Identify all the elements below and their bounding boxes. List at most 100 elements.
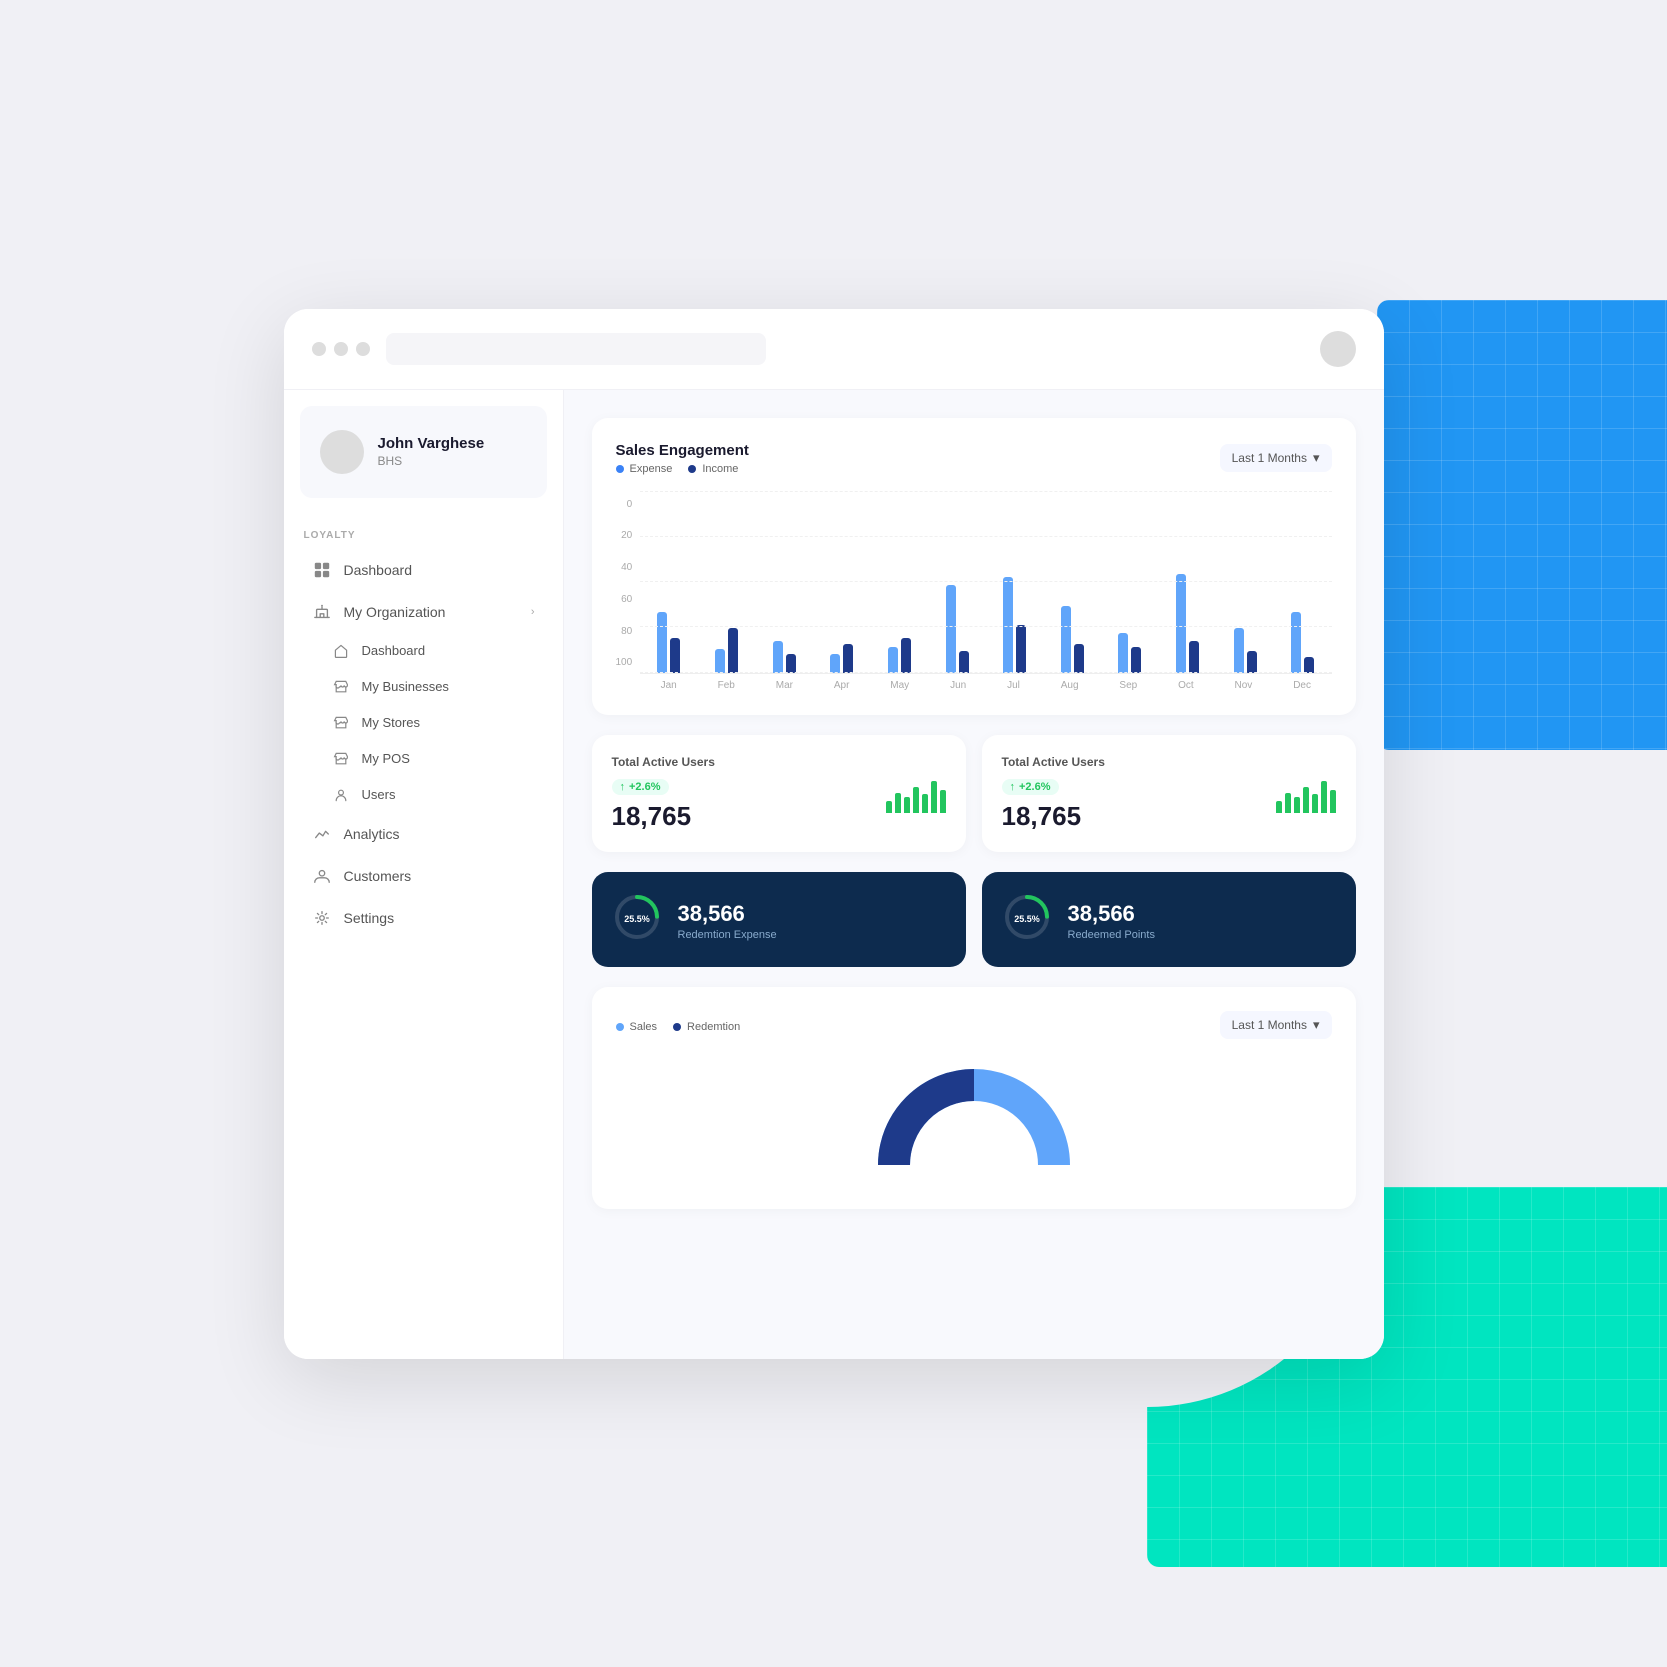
title-bar (284, 309, 1384, 390)
legend-label-expense: Expense (630, 463, 673, 475)
bar-income (901, 638, 911, 673)
sidebar-item-my-organization[interactable]: My Organization › (292, 591, 555, 633)
chart-bars-area: JanFebMarAprMayJunJulAugSepOctNovDec (640, 491, 1331, 691)
x-label: Jul (1007, 680, 1020, 691)
sidebar-subitem-users[interactable]: Users (292, 777, 555, 813)
sidebar-subitem-label: My Stores (362, 715, 421, 730)
x-label: Aug (1061, 680, 1079, 691)
sidebar-item-settings[interactable]: Settings (292, 897, 555, 939)
mini-bar (922, 794, 928, 813)
x-label: Nov (1235, 680, 1253, 691)
stat-card-title-1: Total Active Users (612, 755, 946, 769)
sidebar-item-label: Settings (344, 910, 395, 926)
bottom-period-selector[interactable]: Last 1 Months ▾ (1220, 1011, 1332, 1039)
chevron-right-icon: › (531, 606, 535, 618)
arrow-up-icon: ↑ (620, 781, 626, 793)
stat-change-1: +2.6% (629, 781, 661, 793)
sidebar-item-dashboard[interactable]: Dashboard (292, 549, 555, 591)
bar-income (670, 638, 680, 673)
bar-expense (1061, 606, 1071, 673)
sidebar: John Varghese BHS LOYALTY Dashboard My O… (284, 390, 564, 1359)
dashboard-main: Sales Engagement Expense Income (564, 390, 1384, 1359)
mini-bar (1312, 794, 1318, 813)
bar-expense (773, 641, 783, 673)
organization-icon (312, 602, 332, 622)
bottom-chart-card: Sales Redemtion Last 1 Months ▾ (592, 987, 1356, 1209)
sidebar-subitem-label: My Businesses (362, 679, 449, 694)
dark-card-value-1: 38,566 (678, 901, 777, 927)
mini-bar (904, 797, 910, 813)
shop-icon (332, 750, 350, 768)
mini-bar (1285, 793, 1291, 813)
bar-income (1016, 625, 1026, 673)
mini-bar (1276, 801, 1282, 813)
mini-bar (913, 787, 919, 813)
dark-card-2: 25.5% 38,566 Redeemed Points (982, 872, 1356, 967)
bar-expense (1003, 577, 1013, 673)
bar-income (959, 651, 969, 673)
legend-dot-redemtion (673, 1023, 681, 1031)
y-axis: 100 80 60 40 20 0 (616, 499, 641, 669)
customers-icon (312, 866, 332, 886)
bottom-chart-header: Sales Redemtion Last 1 Months ▾ (616, 1011, 1332, 1039)
bar-group (830, 644, 853, 673)
bar-expense (830, 654, 840, 673)
legend-dot-expense (616, 465, 624, 473)
y-label: 60 (616, 594, 633, 605)
bar-income (843, 644, 853, 673)
x-label: May (890, 680, 909, 691)
x-label: Oct (1178, 680, 1194, 691)
mini-bars-2 (1276, 777, 1336, 813)
sidebar-subitem-dashboard[interactable]: Dashboard (292, 633, 555, 669)
period-selector[interactable]: Last 1 Months ▾ (1220, 444, 1332, 472)
window-dot-minimize[interactable] (334, 342, 348, 356)
card-header: Sales Engagement Expense Income (616, 442, 1332, 475)
bar-expense (946, 585, 956, 673)
mini-bar (1321, 781, 1327, 813)
sidebar-user-profile[interactable]: John Varghese BHS (300, 406, 547, 498)
sidebar-subitem-label: Users (362, 787, 396, 802)
bar-income (728, 628, 738, 673)
period-label: Last 1 Months (1232, 451, 1307, 465)
window-dot-maximize[interactable] (356, 342, 370, 356)
y-label: 20 (616, 530, 633, 541)
stat-value-1: 18,765 (612, 801, 692, 832)
bar-expense (1291, 612, 1301, 673)
sidebar-subitem-my-pos[interactable]: My POS (292, 741, 555, 777)
x-label: Mar (776, 680, 793, 691)
dark-stats-row: 25.5% 38,566 Redemtion Expense 25. (592, 872, 1356, 967)
bar-income (1074, 644, 1084, 673)
bar-income (1131, 647, 1141, 673)
dark-card-label-2: Redeemed Points (1068, 929, 1155, 941)
bar-group (1118, 633, 1141, 673)
shop-icon (332, 642, 350, 660)
titlebar-avatar (1320, 331, 1356, 367)
x-label: Jan (661, 680, 677, 691)
window-dot-close[interactable] (312, 342, 326, 356)
mini-bar (1294, 797, 1300, 813)
donut-svg (874, 1055, 1074, 1185)
sidebar-item-analytics[interactable]: Analytics (292, 813, 555, 855)
bar-group (946, 585, 969, 673)
legend-label-income: Income (702, 463, 738, 475)
bar-income (1304, 657, 1314, 673)
svg-text:25.5%: 25.5% (1014, 914, 1040, 924)
sidebar-subitem-my-businesses[interactable]: My Businesses (292, 669, 555, 705)
bar-group (888, 638, 911, 673)
sidebar-subitem-my-stores[interactable]: My Stores (292, 705, 555, 741)
bar-group (657, 612, 680, 673)
stat-value-2: 18,765 (1002, 801, 1082, 832)
x-label: Apr (834, 680, 850, 691)
address-bar[interactable] (386, 333, 766, 365)
sidebar-item-customers[interactable]: Customers (292, 855, 555, 897)
circular-progress-1: 25.5% (612, 892, 662, 942)
mini-bars-1 (886, 777, 946, 813)
avatar (320, 430, 364, 474)
bar-expense (715, 649, 725, 673)
y-label: 40 (616, 562, 633, 573)
bar-group (1176, 574, 1199, 673)
sidebar-item-label: Analytics (344, 826, 400, 842)
bar-group (1061, 606, 1084, 673)
dark-card-1: 25.5% 38,566 Redemtion Expense (592, 872, 966, 967)
shop-icon (332, 786, 350, 804)
